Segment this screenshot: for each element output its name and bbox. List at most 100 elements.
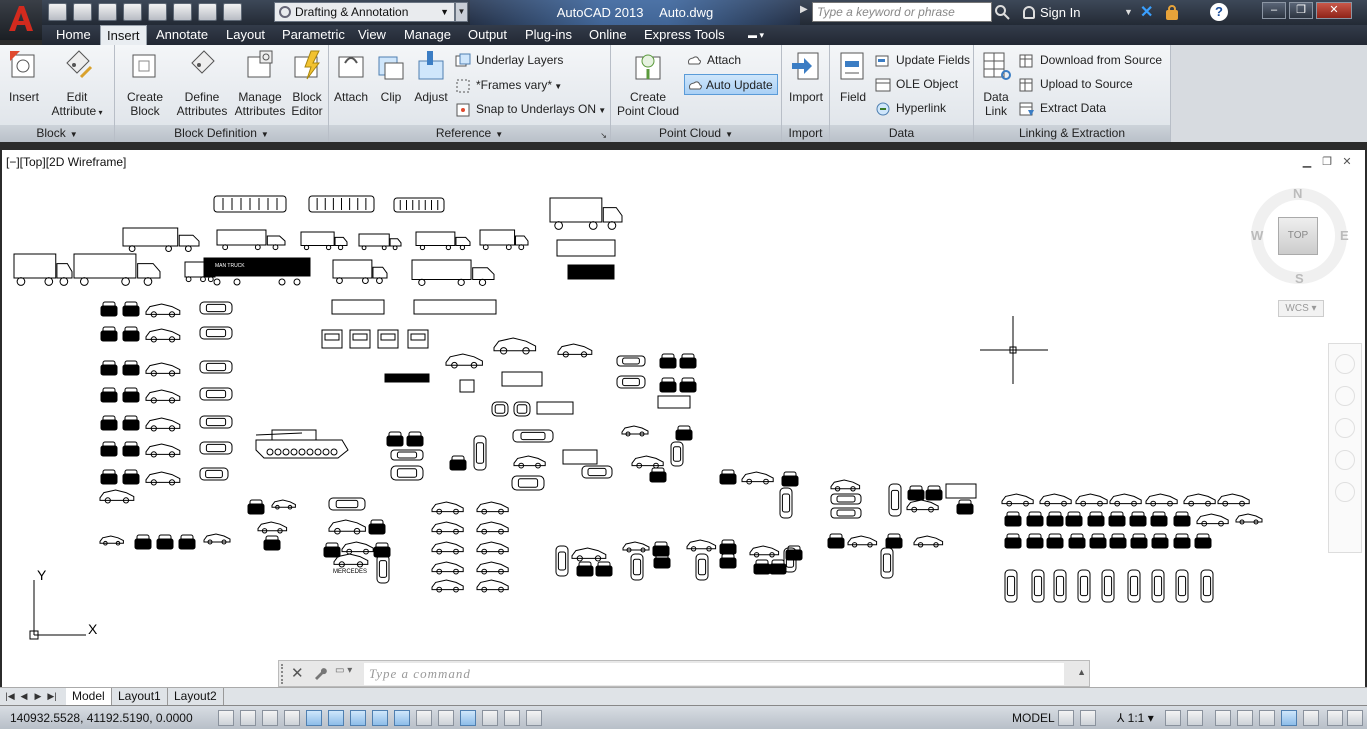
panel-title-block[interactable]: Block ▼ [0,125,114,142]
polar-tracking-icon[interactable] [306,710,322,726]
block-editor-button[interactable]: Block Editor [287,49,327,118]
compass-east[interactable]: E [1340,228,1349,243]
panel-title-point-cloud[interactable]: Point Cloud ▼ [611,125,781,142]
sign-in-button[interactable]: Sign In [1020,0,1080,25]
tab-view[interactable]: View [352,25,392,45]
compass-west[interactable]: W [1251,228,1263,243]
search-input[interactable]: Type a keyword or phrase [812,2,992,22]
create-point-cloud-button[interactable]: Create Point Cloud [615,49,681,118]
plot-icon[interactable] [173,3,192,21]
lock-ui-icon[interactable] [1237,710,1253,726]
clip-button[interactable]: Clip [373,49,409,104]
close-button[interactable]: ✕ [1316,2,1352,19]
chevron-down-icon[interactable]: ▼ [1124,0,1133,25]
tab-annotate[interactable]: Annotate [150,25,214,45]
command-prompt-icon[interactable]: ▭ ▾ [335,665,361,683]
tab-output[interactable]: Output [462,25,513,45]
tab-layout[interactable]: Layout [220,25,271,45]
restore-button[interactable]: ❐ [1289,2,1313,19]
command-history-icon[interactable]: ▲ [1077,667,1086,677]
transparency-icon[interactable] [460,710,476,726]
ribbon-minimize-icon[interactable]: ▬ ▾ [742,25,770,45]
qat-customize-button[interactable]: ▼ [455,2,468,22]
update-fields-button[interactable]: Update Fields [875,50,970,71]
close-icon[interactable]: ✕ [291,664,304,682]
exchange-apps-icon[interactable]: ✕ [1140,2,1158,22]
define-attributes-button[interactable]: Define Attributes [173,49,231,118]
light-bulb-icon[interactable] [1303,710,1319,726]
attach-button[interactable]: Attach [331,49,371,104]
minimize-button[interactable]: – [1262,2,1286,19]
help-icon[interactable]: ? [1210,3,1228,21]
panel-title-linking-extraction[interactable]: Linking & Extraction [974,125,1170,142]
viewcube[interactable]: TOP N S E W [1250,185,1360,295]
model-space-viewport[interactable]: MAN TRUCK MERCEDES [−][Top][2D Wireframe… [2,150,1365,687]
panel-title-data[interactable]: Data [830,125,973,142]
zoom-extents-icon[interactable] [1335,418,1355,438]
viewcube-top-face[interactable]: TOP [1278,217,1318,255]
data-link-button[interactable]: Data Link [978,49,1014,118]
object-snap-tracking-icon[interactable] [372,710,388,726]
hardware-acceleration-icon[interactable] [1259,710,1275,726]
infer-constraints-icon[interactable] [218,710,234,726]
auto-update-button[interactable]: Auto Update [684,74,778,95]
lineweight-icon[interactable] [438,710,454,726]
tab-plug-ins[interactable]: Plug-ins [519,25,578,45]
point-cloud-attach-button[interactable]: Attach [686,50,741,71]
grid-display-icon[interactable] [262,710,278,726]
undo-icon[interactable] [198,3,217,21]
annotation-visibility-icon[interactable] [1165,710,1181,726]
viewport-minimize-icon[interactable]: ▁ [1300,156,1314,168]
tab-model[interactable]: Model [66,688,112,706]
compass-north[interactable]: N [1293,186,1302,201]
expand-arrow-icon[interactable]: ▶ [800,4,810,20]
tab-express-tools[interactable]: Express Tools [638,25,731,45]
panel-title-reference[interactable]: Reference ▼ [329,125,610,142]
ole-object-button[interactable]: OLE Object [875,74,958,95]
annotation-monitor-icon[interactable] [526,710,542,726]
tab-layout2[interactable]: Layout2 [168,688,224,706]
edit-attribute-button[interactable]: Edit Attribute ▾ [50,49,104,120]
object-snap-icon[interactable] [328,710,344,726]
download-from-source-button[interactable]: Download from Source [1019,50,1162,71]
plot-preview-icon[interactable] [148,3,167,21]
search-icon[interactable] [994,4,1010,20]
field-button[interactable]: Field [834,49,872,104]
save-as-icon[interactable] [123,3,142,21]
tab-insert[interactable]: Insert [100,25,147,45]
last-tab-icon[interactable]: ▶| [46,690,58,703]
orbit-icon[interactable] [1335,450,1355,470]
autodesk-exchange-icon[interactable] [1163,4,1181,22]
snap-mode-icon[interactable] [240,710,256,726]
wrench-icon[interactable] [312,665,328,681]
dynamic-ucs-icon[interactable] [394,710,410,726]
save-icon[interactable] [98,3,117,21]
status-bar-menu-icon[interactable] [1327,710,1343,726]
ortho-mode-icon[interactable] [284,710,300,726]
pan-icon[interactable] [1335,386,1355,406]
redo-icon[interactable] [223,3,242,21]
adjust-button[interactable]: Adjust [411,49,451,104]
viewport-controls-label[interactable]: [−][Top][2D Wireframe] [6,155,126,169]
selection-cycling-icon[interactable] [504,710,520,726]
hyperlink-button[interactable]: Hyperlink [875,98,946,119]
create-block-button[interactable]: Create Block [123,49,167,118]
import-button[interactable]: Import [786,49,826,104]
manage-attributes-button[interactable]: Manage Attributes [231,49,289,118]
command-input[interactable]: Type a command [364,663,1064,685]
insert-button[interactable]: Insert [4,49,44,104]
steering-wheel-icon[interactable] [1335,354,1355,374]
wcs-menu[interactable]: WCS ▾ [1278,300,1324,317]
new-icon[interactable] [48,3,67,21]
panel-title-import[interactable]: Import [782,125,829,142]
first-tab-icon[interactable]: |◀ [4,690,16,703]
workspace-switching-icon[interactable] [1215,710,1231,726]
dynamic-input-icon[interactable] [416,710,432,726]
application-menu-button[interactable] [0,0,42,40]
coordinates-readout[interactable]: 140932.5528, 41192.5190, 0.0000 [10,706,193,729]
model-space-toggle[interactable]: MODEL [1012,706,1055,729]
upload-to-source-button[interactable]: Upload to Source [1019,74,1133,95]
underlay-layers-button[interactable]: Underlay Layers [455,50,563,71]
tab-parametric[interactable]: Parametric [276,25,351,45]
showmotion-icon[interactable] [1335,482,1355,502]
